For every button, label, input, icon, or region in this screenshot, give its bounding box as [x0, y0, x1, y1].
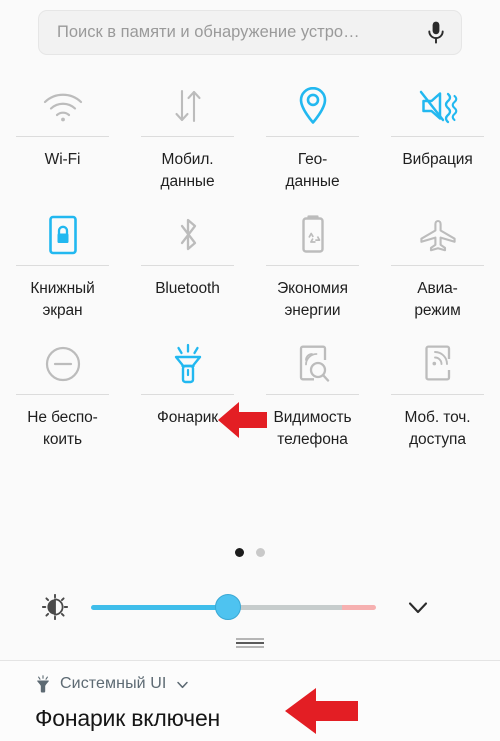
tile-rotation-lock[interactable]: Книжный экран — [0, 201, 125, 322]
tile-vibration[interactable]: Вибрация — [375, 72, 500, 193]
arrow-pointing-to-flashlight-tile — [216, 400, 268, 440]
location-pin-icon — [296, 80, 330, 132]
tile-divider — [141, 394, 234, 395]
tile-battery-saver[interactable]: Экономия энергии — [250, 201, 375, 322]
page-dot-active[interactable] — [235, 548, 244, 557]
page-dot[interactable] — [256, 548, 265, 557]
flashlight-icon — [168, 338, 208, 390]
brightness-control — [0, 588, 500, 626]
drag-handle-bar — [236, 642, 264, 644]
tile-divider — [391, 394, 484, 395]
tile-divider — [391, 265, 484, 266]
tile-location[interactable]: Гео- данные — [250, 72, 375, 193]
search-bar[interactable]: Поиск в памяти и обнаружение устро… — [38, 10, 462, 55]
microphone-icon[interactable] — [425, 20, 447, 46]
tile-label: Авиа- режим — [414, 280, 461, 319]
do-not-disturb-icon — [43, 338, 83, 390]
tile-label: Экономия энергии — [277, 280, 348, 319]
chevron-down-icon[interactable] — [404, 593, 432, 621]
tile-label: Bluetooth — [155, 280, 220, 297]
hotspot-icon — [419, 338, 457, 390]
quick-settings-panel: Поиск в памяти и обнаружение устро… Wi-F… — [0, 0, 500, 741]
tile-label: Вибрация — [402, 151, 473, 168]
tile-label: Гео- данные — [285, 151, 340, 190]
page-indicator — [0, 548, 500, 557]
notification-app-name: Системный UI — [60, 675, 167, 692]
brightness-remainder — [227, 605, 342, 610]
tile-divider — [16, 136, 109, 137]
brightness-fill — [91, 605, 228, 610]
vibration-icon — [415, 80, 461, 132]
quick-settings-row: Книжный экран Bluetooth Экономия энергии… — [0, 201, 500, 322]
tile-divider — [266, 265, 359, 266]
tile-label: Видимость телефона — [273, 409, 352, 448]
battery-saver-icon — [296, 209, 330, 261]
tile-divider — [16, 265, 109, 266]
airplane-icon — [416, 209, 460, 261]
tile-divider — [266, 394, 359, 395]
drag-handle-bar — [236, 638, 264, 640]
brightness-slider[interactable] — [91, 594, 376, 620]
phone-visibility-icon — [293, 338, 333, 390]
quick-settings-row: Wi-Fi Мобил. данные Гео- данные Вибрация — [0, 72, 500, 193]
tile-divider — [391, 136, 484, 137]
tile-do-not-disturb[interactable]: Не беспо- коить — [0, 330, 125, 451]
wifi-icon — [41, 80, 85, 132]
tile-wifi[interactable]: Wi-Fi — [0, 72, 125, 193]
notification-header: Системный UI — [35, 675, 190, 693]
tile-divider — [141, 265, 234, 266]
auto-brightness-sun-icon[interactable] — [41, 593, 69, 621]
tile-divider — [141, 136, 234, 137]
quick-settings-grid: Wi-Fi Мобил. данные Гео- данные Вибрация… — [0, 72, 500, 451]
brightness-warning-range — [341, 605, 376, 610]
rotation-lock-icon — [46, 209, 80, 261]
tile-label: Wi-Fi — [44, 151, 81, 168]
drag-handle-bar — [236, 646, 264, 648]
tile-label: Моб. точ. доступа — [404, 409, 471, 448]
mobile-data-icon — [168, 80, 208, 132]
chevron-down-icon[interactable] — [175, 677, 190, 692]
tile-divider — [16, 394, 109, 395]
flashlight-icon — [35, 675, 51, 693]
tile-label: Книжный экран — [30, 280, 95, 319]
tile-phone-visibility[interactable]: Видимость телефона — [250, 330, 375, 451]
arrow-pointing-to-notification — [283, 686, 359, 736]
bluetooth-icon — [171, 209, 205, 261]
panel-drag-handle[interactable] — [0, 638, 500, 648]
notification-title: Фонарик включен — [35, 705, 221, 731]
tile-divider — [266, 136, 359, 137]
tile-hotspot[interactable]: Моб. точ. доступа — [375, 330, 500, 451]
tile-label: Не беспо- коить — [27, 409, 98, 448]
tile-label: Мобил. данные — [160, 151, 215, 190]
tile-bluetooth[interactable]: Bluetooth — [125, 201, 250, 322]
search-input-placeholder[interactable]: Поиск в памяти и обнаружение устро… — [57, 23, 425, 42]
search-box[interactable]: Поиск в памяти и обнаружение устро… — [38, 10, 462, 55]
brightness-thumb[interactable] — [214, 594, 241, 620]
tile-mobile-data[interactable]: Мобил. данные — [125, 72, 250, 193]
notification-card[interactable]: Системный UI Фонарик включен — [0, 661, 500, 741]
tile-airplane-mode[interactable]: Авиа- режим — [375, 201, 500, 322]
